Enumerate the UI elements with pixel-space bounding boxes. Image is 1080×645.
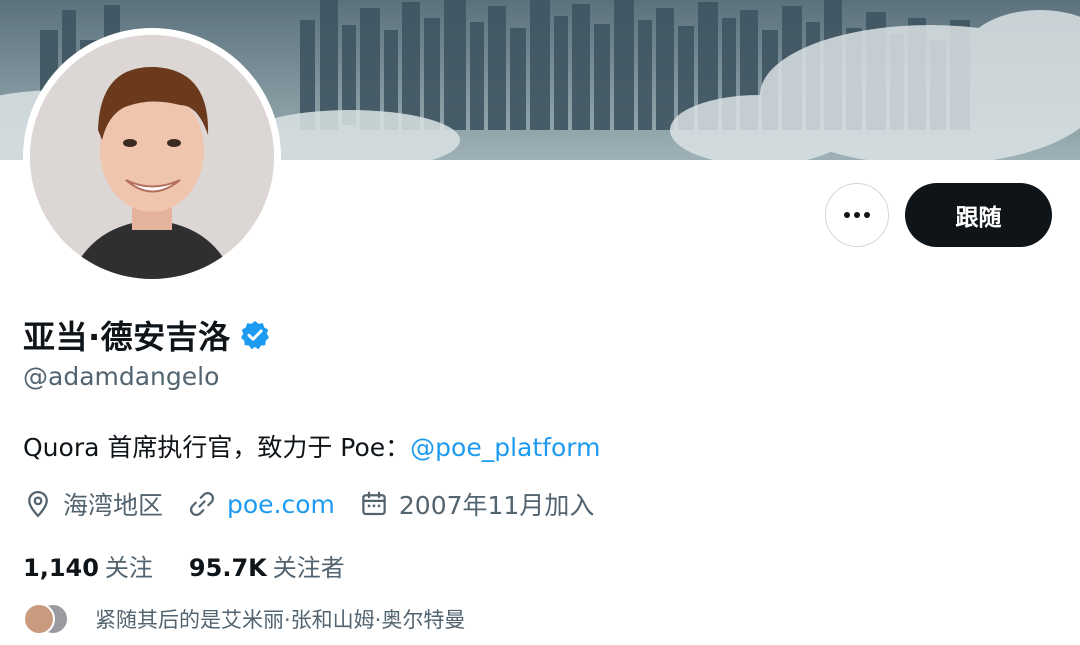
following-label: 关注 — [104, 554, 153, 582]
followers-stat[interactable]: 95.7K 关注者 — [189, 548, 345, 583]
joined-text: 2007年11月加入 — [398, 491, 595, 520]
followed-by-avatars — [23, 601, 83, 637]
followers-count: 95.7K — [188, 554, 267, 582]
profile-avatar[interactable] — [23, 28, 281, 286]
bio-mention-link[interactable]: @poe_platform — [410, 433, 600, 462]
more-horizontal-icon — [844, 212, 870, 218]
location-text: 海湾地区 — [63, 491, 164, 520]
following-stat[interactable]: 1,140 关注 — [23, 548, 153, 583]
calendar-icon — [362, 491, 386, 516]
followed-by-text: 紧随其后的是艾米丽·张和山姆·奥尔特曼 — [95, 608, 466, 632]
follower-avatar-1 — [23, 603, 55, 635]
verified-badge-icon[interactable] — [239, 319, 271, 351]
followers-label: 关注者 — [272, 554, 345, 582]
more-options-button[interactable] — [825, 183, 889, 247]
avatar-photo — [30, 35, 274, 279]
profile-meta: 海湾地区 poe.com 2007年11月加入 — [23, 486, 618, 522]
link-icon — [189, 491, 215, 517]
followed-by-row[interactable]: 紧随其后的是艾米丽·张和山姆·奥尔特曼 — [23, 601, 465, 637]
website-link[interactable]: poe.com — [227, 490, 335, 519]
profile-name-row: 亚当·德安吉洛 — [23, 312, 271, 358]
profile-name: 亚当·德安吉洛 — [23, 318, 231, 356]
profile-bio: Quora 首席执行官，致力于 Poe：@poe_platform — [23, 428, 600, 464]
meta-joined: 2007年11月加入 — [359, 486, 594, 522]
location-pin-icon — [28, 490, 48, 518]
bio-text: Quora 首席执行官，致力于 Poe： — [23, 433, 411, 462]
profile-stats: 1,140 关注 95.7K 关注者 — [23, 548, 381, 583]
follow-button[interactable]: 跟随 — [905, 183, 1052, 247]
meta-location: 海湾地区 — [23, 486, 163, 522]
following-count: 1,140 — [23, 554, 99, 582]
profile-handle: @adamdangelo — [23, 362, 220, 391]
meta-website: poe.com — [187, 489, 335, 519]
